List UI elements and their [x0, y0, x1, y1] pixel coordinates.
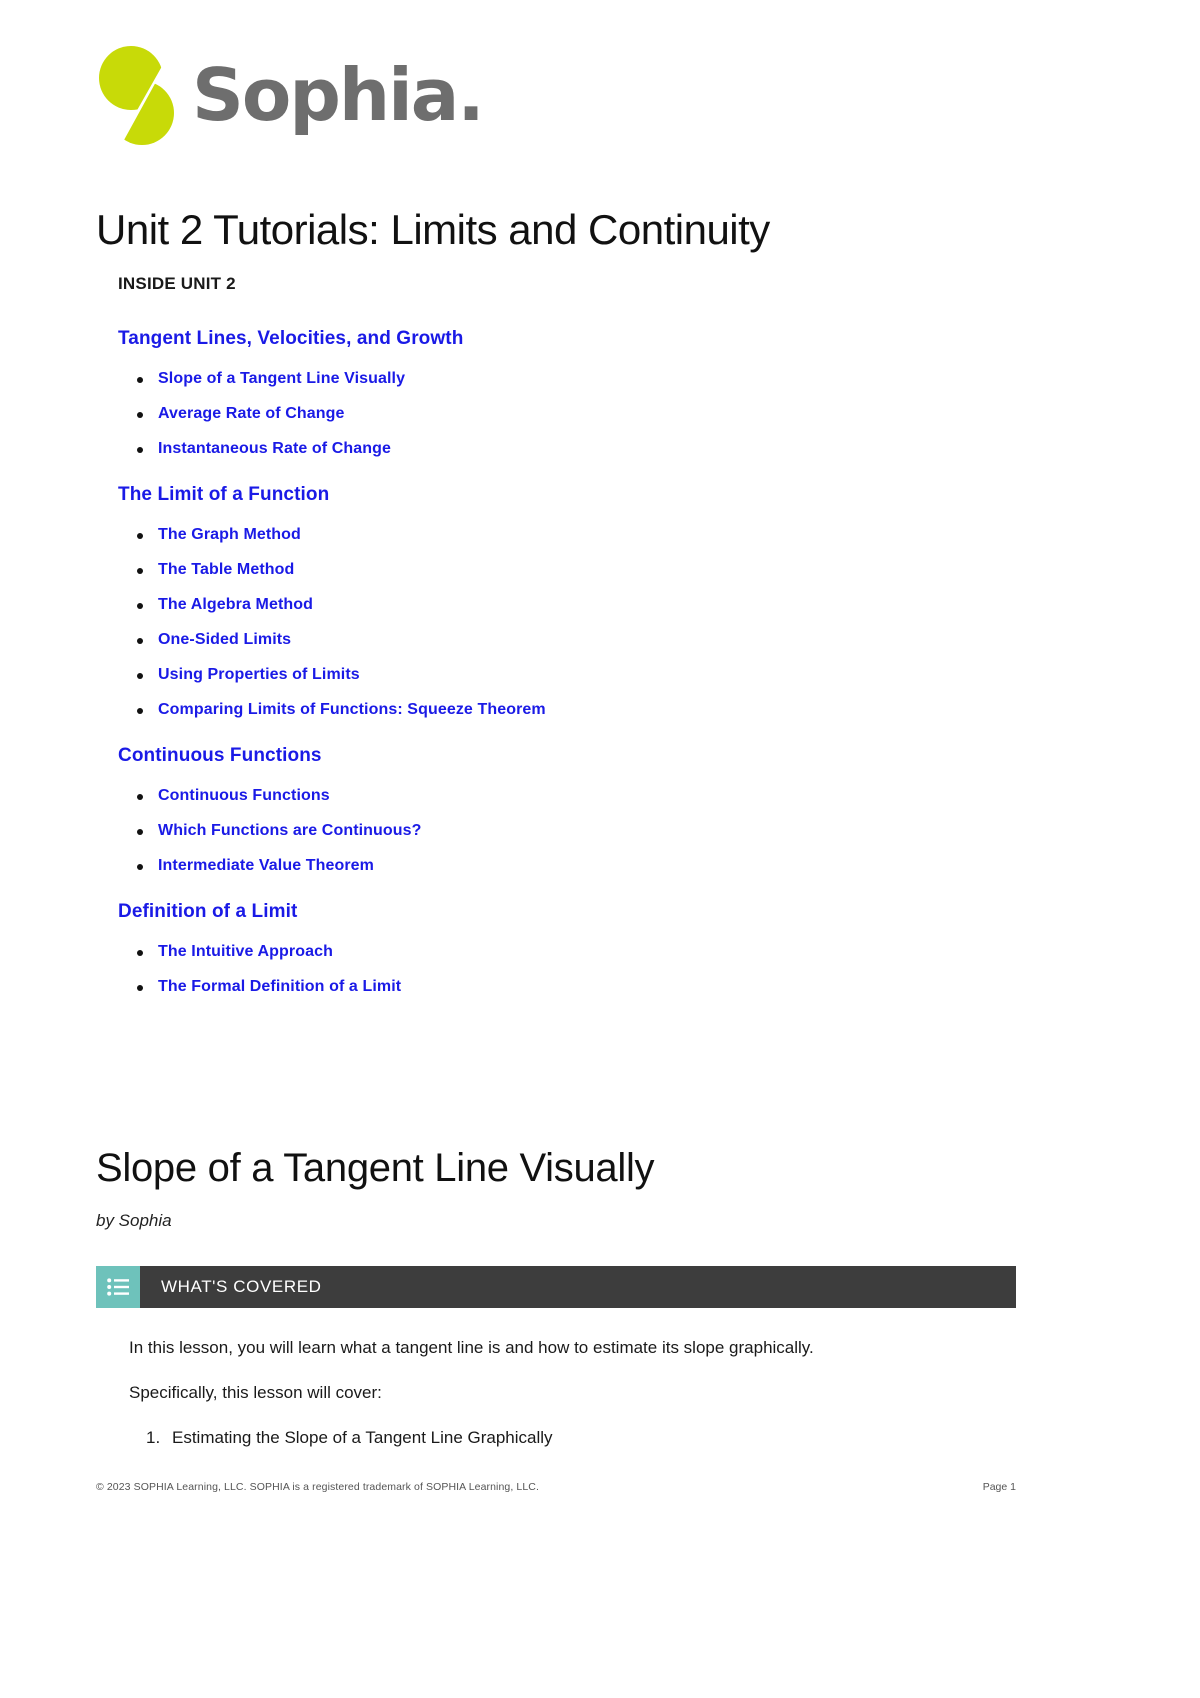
list-item[interactable]: One-Sided Limits	[137, 631, 1018, 649]
toc-link[interactable]: Continuous Functions	[158, 787, 330, 804]
list-item[interactable]: Which Functions are Continuous?	[137, 822, 1018, 840]
list-item[interactable]: Continuous Functions	[137, 787, 1018, 805]
callout-bar: WHAT'S COVERED	[140, 1266, 1016, 1308]
whats-covered-callout: WHAT'S COVERED	[96, 1266, 1016, 1308]
list-item[interactable]: Intermediate Value Theorem	[137, 857, 1018, 875]
toc-link[interactable]: Intermediate Value Theorem	[158, 857, 374, 874]
toc-section-title[interactable]: Continuous Functions	[118, 745, 1018, 767]
body-paragraph: In this lesson, you will learn what a ta…	[129, 1338, 814, 1357]
toc-link[interactable]: Instantaneous Rate of Change	[158, 440, 391, 457]
list-item[interactable]: The Algebra Method	[137, 596, 1018, 614]
toc-section-list: The Graph Method The Table Method The Al…	[118, 526, 1018, 719]
toc-link[interactable]: Average Rate of Change	[158, 405, 345, 422]
toc-link[interactable]: Slope of a Tangent Line Visually	[158, 370, 405, 387]
list-item[interactable]: The Graph Method	[137, 526, 1018, 544]
toc-link[interactable]: The Algebra Method	[158, 596, 313, 613]
toc-section-list: Slope of a Tangent Line Visually Average…	[118, 370, 1018, 458]
wordmark-text: Sophia	[192, 53, 459, 137]
list-item[interactable]: Comparing Limits of Functions: Squeeze T…	[137, 701, 1018, 719]
footer-copyright: © 2023 SOPHIA Learning, LLC. SOPHIA is a…	[96, 1481, 539, 1493]
toc-section-title[interactable]: Tangent Lines, Velocities, and Growth	[118, 328, 1018, 350]
list-item[interactable]: The Intuitive Approach	[137, 943, 1018, 961]
toc-section-tangent-lines: Tangent Lines, Velocities, and Growth Sl…	[118, 328, 1018, 458]
toc-section-list: The Intuitive Approach The Formal Defini…	[118, 943, 1018, 996]
sophia-logo: Sophia.	[96, 36, 485, 154]
toc-section-limit-of-a-function: The Limit of a Function The Graph Method…	[118, 484, 1018, 719]
toc-label: INSIDE UNIT 2	[118, 274, 236, 293]
lesson-title: Slope of a Tangent Line Visually	[96, 1146, 655, 1191]
sophia-wordmark: Sophia.	[192, 59, 485, 131]
body-paragraph: Specifically, this lesson will cover:	[129, 1382, 382, 1402]
toc-link[interactable]: Which Functions are Continuous?	[158, 822, 422, 839]
list-item[interactable]: Average Rate of Change	[137, 405, 1018, 423]
page-footer: © 2023 SOPHIA Learning, LLC. SOPHIA is a…	[96, 1481, 1016, 1493]
list-item[interactable]: Using Properties of Limits	[137, 666, 1018, 684]
lesson-body: In this lesson, you will learn what a ta…	[129, 1337, 1009, 1450]
toc-link[interactable]: The Table Method	[158, 561, 294, 578]
toc-section-continuous-functions: Continuous Functions Continuous Function…	[118, 745, 1018, 875]
lesson-step-label: Estimating the Slope of a Tangent Line G…	[172, 1427, 553, 1447]
list-item: Estimating the Slope of a Tangent Line G…	[146, 1427, 1009, 1450]
callout-label: WHAT'S COVERED	[161, 1277, 322, 1296]
toc-link[interactable]: The Graph Method	[158, 526, 301, 543]
toc-section-title[interactable]: The Limit of a Function	[118, 484, 1018, 506]
sophia-split-circle-logo-icon	[96, 39, 174, 151]
list-icon	[96, 1266, 140, 1308]
toc-link[interactable]: Using Properties of Limits	[158, 666, 360, 683]
toc-link[interactable]: The Intuitive Approach	[158, 943, 333, 960]
table-of-contents: INSIDE UNIT 2 Tangent Lines, Velocities,…	[118, 274, 1018, 1022]
toc-section-list: Continuous Functions Which Functions are…	[118, 787, 1018, 875]
lesson-byline: by Sophia	[96, 1211, 172, 1230]
toc-section-title[interactable]: Definition of a Limit	[118, 901, 1018, 923]
footer-page-number: Page 1	[982, 1481, 1016, 1493]
wordmark-period: .	[457, 53, 484, 137]
page-title: Unit 2 Tutorials: Limits and Continuity	[96, 206, 770, 254]
document-page: Sophia. Unit 2 Tutorials: Limits and Con…	[0, 0, 1200, 1698]
toc-link[interactable]: The Formal Definition of a Limit	[158, 978, 401, 995]
toc-link[interactable]: One-Sided Limits	[158, 631, 291, 648]
toc-link[interactable]: Comparing Limits of Functions: Squeeze T…	[158, 701, 546, 718]
toc-section-definition-of-a-limit: Definition of a Limit The Intuitive Appr…	[118, 901, 1018, 996]
list-item[interactable]: The Formal Definition of a Limit	[137, 978, 1018, 996]
list-item[interactable]: The Table Method	[137, 561, 1018, 579]
list-item[interactable]: Instantaneous Rate of Change	[137, 440, 1018, 458]
lesson-steps-list: Estimating the Slope of a Tangent Line G…	[129, 1427, 1009, 1450]
list-item[interactable]: Slope of a Tangent Line Visually	[137, 370, 1018, 388]
